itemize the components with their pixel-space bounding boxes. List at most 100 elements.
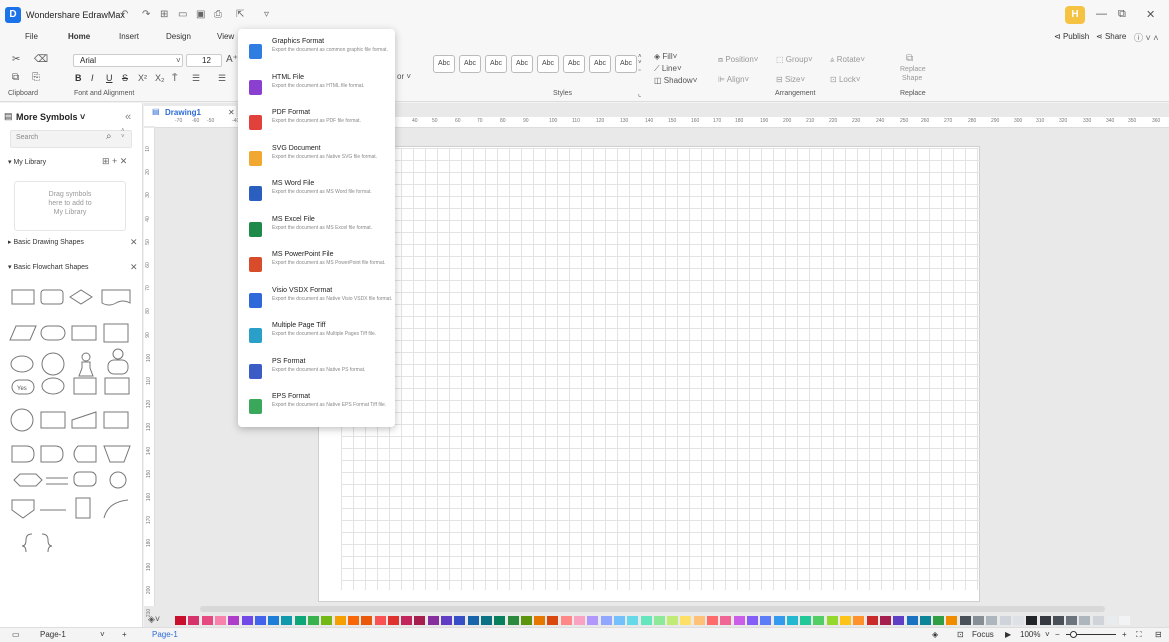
replace-shape-label-2[interactable]: Shape [902,75,922,82]
play-icon[interactable]: ▶ [1005,630,1011,639]
color-swatch[interactable] [919,616,931,625]
color-swatch[interactable] [1066,616,1078,625]
zoom-slider-handle[interactable] [1070,631,1077,638]
export-menu-item[interactable]: EPS Format Export the document as Native … [238,390,395,426]
list-icon[interactable]: ☰ [192,73,200,84]
color-swatch[interactable] [946,616,958,625]
color-swatch[interactable] [667,616,679,625]
color-swatch[interactable] [560,616,572,625]
color-swatch[interactable] [308,616,319,625]
style-preset-4[interactable]: Abc [511,55,533,73]
color-swatch[interactable] [933,616,945,625]
undo-icon[interactable]: ↶ [120,9,128,20]
page-selector[interactable]: Page-1 [40,630,66,639]
collapse-panel-icon[interactable]: « [125,111,131,123]
horizontal-scrollbar[interactable] [200,606,1105,612]
color-swatch[interactable] [959,616,971,625]
color-swatch[interactable] [534,616,546,625]
color-swatch[interactable] [175,616,186,625]
restore-icon[interactable]: ⧉ [1118,8,1126,21]
align-icon[interactable]: ☰ [218,73,226,84]
color-swatch[interactable] [1119,616,1131,625]
fill-button[interactable]: ◈ Fill˅ [654,52,677,61]
help-icon[interactable]: ⓘ ˅ ˄ [1134,31,1159,44]
color-swatch[interactable] [853,616,865,625]
color-swatch[interactable] [347,616,359,625]
my-library-header[interactable]: ▾ My Library [8,158,46,166]
color-swatch[interactable] [680,616,692,625]
print-icon[interactable]: ⎙ [214,9,222,20]
color-swatch[interactable] [1092,616,1104,625]
tab-insert[interactable]: Insert [119,32,139,41]
page-layout-icon[interactable]: ▭ [12,630,20,639]
color-swatch[interactable] [640,616,652,625]
add-page-icon[interactable]: + [122,630,127,639]
color-swatch[interactable] [693,616,705,625]
close-basic-drawing-icon[interactable]: ✕ [130,237,138,248]
color-swatch[interactable] [241,616,253,625]
size-button[interactable]: ⊟ Size˅ [776,75,805,84]
color-swatch[interactable] [480,616,492,625]
color-swatch[interactable] [401,616,413,625]
export-menu-item[interactable]: Graphics Format Export the document as co… [238,35,395,71]
tab-file[interactable]: File [25,32,38,41]
basic-flowchart-shapes-header[interactable]: ▾ Basic Flowchart Shapes [8,263,89,271]
underline-icon[interactable]: U [106,73,113,83]
cut-icon[interactable]: ✂ [12,54,20,65]
color-swatch[interactable] [906,616,918,625]
color-swatch[interactable] [866,616,878,625]
color-swatch[interactable] [321,616,333,625]
more-quick-icon[interactable]: ▿ [264,9,269,20]
flowchart-shapes-grid[interactable]: Yes [8,282,138,552]
color-swatch[interactable] [973,616,984,625]
color-swatch[interactable] [454,616,466,625]
color-swatch[interactable] [627,616,639,625]
color-swatch[interactable] [507,616,519,625]
color-swatch[interactable] [574,616,585,625]
replace-shape-icon[interactable]: ⧉ [906,53,913,64]
style-preset-5[interactable]: Abc [537,55,559,73]
color-swatch[interactable] [188,616,200,625]
strikethrough-icon[interactable]: S [122,73,128,83]
color-swatch[interactable] [733,616,745,625]
export-menu-item[interactable]: SVG Document Export the document as Nativ… [238,142,395,178]
bold-icon[interactable]: B [75,73,82,83]
color-swatch[interactable] [387,616,399,625]
color-swatch[interactable] [653,616,665,625]
zoom-out-icon[interactable]: − [1055,630,1060,639]
color-swatch[interactable] [494,616,506,625]
color-swatch[interactable] [427,616,439,625]
style-preset-6[interactable]: Abc [563,55,585,73]
share-button[interactable]: ⋖ Share [1096,32,1126,41]
export-icon[interactable]: ⇱ [236,9,244,20]
fill-color-icon[interactable]: ◈˅ [148,614,160,625]
zoom-in-icon[interactable]: + [1122,630,1127,639]
tab-design[interactable]: Design [166,32,191,41]
color-swatch[interactable] [228,616,240,625]
tab-view[interactable]: View [217,32,234,41]
color-swatch[interactable] [1012,616,1024,625]
tab-home[interactable]: Home [68,32,90,41]
text-case-icon[interactable]: T̄ [172,73,178,83]
color-swatch[interactable] [999,616,1011,625]
page-dropdown-icon[interactable]: ˅ [100,630,105,639]
color-swatch[interactable] [547,616,559,625]
search-icon[interactable]: ⌕ [106,131,112,142]
color-swatch[interactable] [214,616,226,625]
color-swatch[interactable] [600,616,612,625]
color-swatch[interactable] [467,616,479,625]
export-menu-item[interactable]: MS PowerPoint File Export the document as… [238,248,395,284]
color-swatch[interactable] [786,616,798,625]
library-dropzone[interactable]: Drag symbols here to add to My Library [14,181,126,231]
color-swatch[interactable] [893,616,905,625]
subscript-icon[interactable]: X₂ [155,73,165,83]
publish-button[interactable]: ⊲ Publish [1054,32,1089,41]
color-swatch[interactable] [201,616,213,625]
export-menu-item[interactable]: MS Excel File Export the document as MS E… [238,213,395,249]
color-swatch[interactable] [1052,616,1064,625]
more-symbols-button[interactable]: More Symbols ˅ [16,112,85,122]
redo-icon[interactable]: ↷ [142,9,150,20]
color-swatch[interactable] [281,616,293,625]
user-avatar[interactable]: H [1065,6,1085,24]
align-button[interactable]: ⊫ Align˅ [718,75,749,84]
